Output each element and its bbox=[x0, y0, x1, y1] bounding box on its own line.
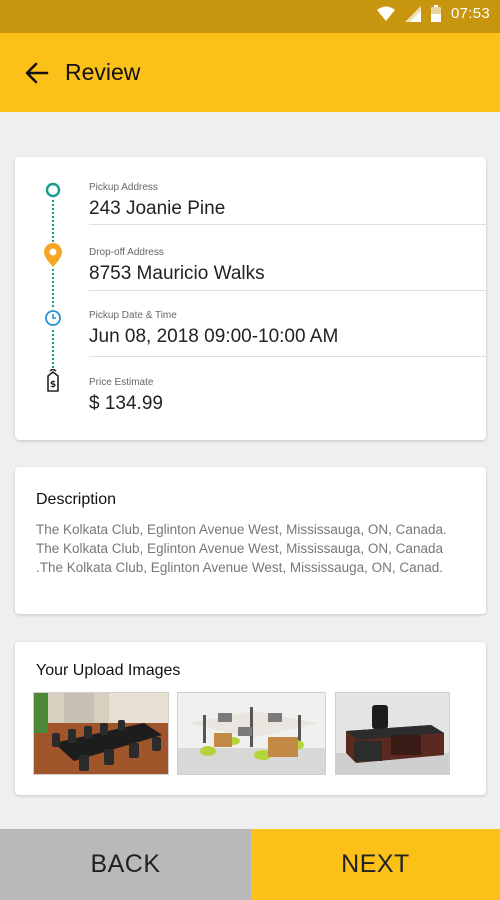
pickup-datetime-row: Pickup Date & Time Jun 08, 2018 09:00-10… bbox=[89, 310, 486, 348]
timeline-dots bbox=[52, 269, 54, 307]
pickup-circle-icon bbox=[42, 179, 64, 201]
upload-images-card: Your Upload Images bbox=[15, 642, 486, 795]
pickup-address-label: Pickup Address bbox=[89, 182, 158, 193]
office-workstations-image[interactable] bbox=[177, 692, 326, 775]
signal-icon bbox=[404, 5, 421, 22]
price-tag-icon: $ bbox=[42, 369, 64, 392]
app-bar: Review bbox=[0, 33, 500, 112]
status-bar: 07:53 bbox=[0, 0, 500, 33]
price-estimate-value: $ 134.99 bbox=[89, 393, 163, 414]
arrow-left-icon bbox=[25, 62, 49, 83]
map-pin-icon bbox=[42, 243, 64, 267]
dropoff-address-row: Drop-off Address 8753 Mauricio Walks bbox=[89, 247, 486, 285]
executive-desk-image[interactable] bbox=[335, 692, 450, 775]
next-button[interactable]: NEXT bbox=[251, 829, 500, 900]
divider bbox=[89, 356, 486, 357]
clock-icon bbox=[42, 307, 64, 329]
svg-text:$: $ bbox=[50, 380, 56, 390]
pickup-datetime-value: Jun 08, 2018 09:00-10:00 AM bbox=[89, 326, 339, 347]
description-text: The Kolkata Club, Eglinton Avenue West, … bbox=[36, 522, 447, 575]
dropoff-address-value: 8753 Mauricio Walks bbox=[89, 263, 265, 284]
conference-table-image[interactable] bbox=[33, 692, 169, 775]
divider bbox=[89, 290, 486, 291]
timeline-dots bbox=[52, 330, 54, 368]
description-card: Description The Kolkata Club, Eglinton A… bbox=[15, 467, 486, 614]
price-estimate-label: Price Estimate bbox=[89, 377, 154, 388]
page-title: Review bbox=[65, 59, 141, 85]
pickup-address-row: Pickup Address 243 Joanie Pine bbox=[89, 182, 486, 220]
timeline-dots bbox=[52, 200, 54, 242]
upload-images-heading: Your Upload Images bbox=[36, 662, 181, 679]
back-arrow-button[interactable] bbox=[22, 58, 52, 88]
status-time: 07:53 bbox=[450, 5, 490, 22]
dropoff-address-label: Drop-off Address bbox=[89, 247, 164, 258]
back-button[interactable]: BACK bbox=[0, 829, 251, 900]
battery-icon bbox=[430, 5, 441, 22]
pickup-datetime-label: Pickup Date & Time bbox=[89, 310, 177, 321]
wifi-icon bbox=[376, 6, 395, 21]
price-estimate-row: Price Estimate $ 134.99 bbox=[89, 377, 486, 415]
description-heading: Description bbox=[36, 491, 117, 508]
route-card: $ Pickup Address 243 Joanie Pine Drop-of… bbox=[15, 157, 486, 440]
pickup-address-value: 243 Joanie Pine bbox=[89, 198, 226, 219]
divider bbox=[89, 224, 486, 225]
